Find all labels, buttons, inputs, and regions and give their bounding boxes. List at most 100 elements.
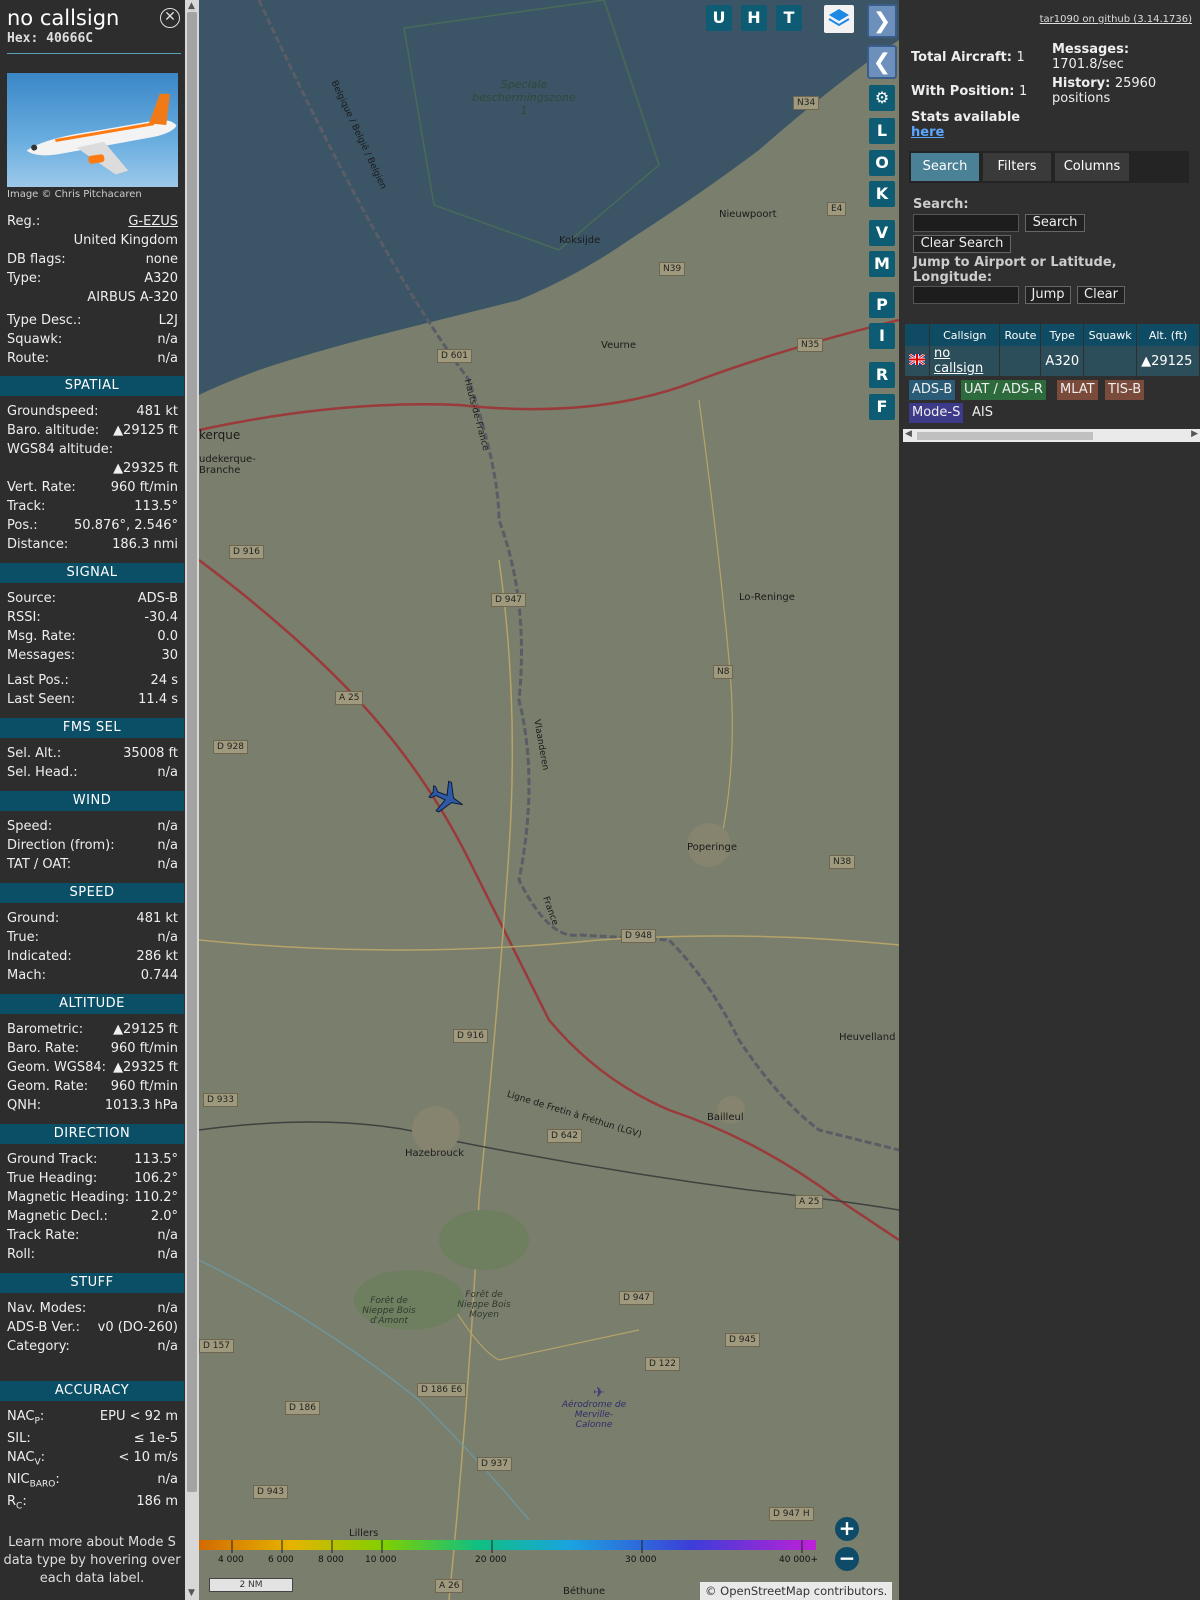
clear-button[interactable]: Clear xyxy=(1077,286,1125,304)
map-button-v[interactable]: V xyxy=(869,220,895,246)
info-panel-scroll-thumb[interactable] xyxy=(187,12,197,1492)
msgrate-label[interactable]: Msg. Rate: xyxy=(7,629,76,644)
adsb-ver-label[interactable]: ADS-B Ver.: xyxy=(7,1320,80,1335)
map-button-o[interactable]: O xyxy=(869,150,895,176)
geom-label[interactable]: Geom. WGS84: xyxy=(7,1060,106,1075)
github-link[interactable]: tar1090 on github (3.14.1736) xyxy=(1040,14,1192,25)
barometric-label[interactable]: Barometric: xyxy=(7,1022,83,1037)
map-button-k[interactable]: K xyxy=(869,181,895,207)
source-badge-tisb[interactable]: TIS-B xyxy=(1105,380,1145,400)
nic-label[interactable]: NICBARO: xyxy=(7,1472,60,1490)
scroll-left-icon[interactable]: ◀ xyxy=(905,429,912,439)
sil-label[interactable]: SIL: xyxy=(7,1431,31,1446)
aircraft-photo[interactable] xyxy=(7,73,178,187)
map-button-h[interactable]: H xyxy=(741,5,767,31)
source-label[interactable]: Source: xyxy=(7,591,56,606)
source-badge-modes[interactable]: Mode-S xyxy=(909,403,964,423)
mag-heading-label[interactable]: Magnetic Heading: xyxy=(7,1190,129,1205)
wgs-alt-label[interactable]: WGS84 altitude: xyxy=(7,442,113,457)
map-view[interactable]: ✈ Speciale beschermingszone 1 Koksijde N… xyxy=(199,0,899,1600)
column-route[interactable]: Route xyxy=(999,324,1042,346)
map-button-r[interactable]: R xyxy=(869,362,895,388)
pos-label[interactable]: Pos.: xyxy=(7,518,38,533)
map-button-u[interactable]: U xyxy=(706,5,732,31)
map-button-f[interactable]: F xyxy=(869,394,895,420)
mag-decl-label[interactable]: Magnetic Decl.: xyxy=(7,1209,108,1224)
tat-label[interactable]: TAT / OAT: xyxy=(7,857,71,872)
search-button[interactable]: Search xyxy=(1025,214,1085,232)
search-input[interactable] xyxy=(913,214,1019,232)
column-type[interactable]: Type xyxy=(1040,324,1085,346)
ground-track-label[interactable]: Ground Track: xyxy=(7,1152,97,1167)
stats-link[interactable]: here xyxy=(911,125,944,140)
clear-search-button[interactable]: Clear Search xyxy=(913,235,1011,253)
ground-speed-label[interactable]: Ground: xyxy=(7,911,59,926)
callsign-cell[interactable]: no callsign xyxy=(929,346,1001,376)
roll-label[interactable]: Roll: xyxy=(7,1247,35,1262)
source-badge-adsb[interactable]: ADS-B xyxy=(909,380,956,400)
alt-cell: ▲29125 xyxy=(1136,346,1200,376)
column-flag[interactable] xyxy=(905,324,930,346)
track-rate-label[interactable]: Track Rate: xyxy=(7,1228,79,1243)
source-badge-ais[interactable]: AIS xyxy=(969,403,996,423)
settings-button[interactable]: ⚙ xyxy=(869,85,895,111)
map-button-i[interactable]: I xyxy=(869,323,895,349)
zoom-out-button[interactable]: − xyxy=(835,1547,859,1571)
rssi-label[interactable]: RSSI: xyxy=(7,610,41,625)
baro-rate-label[interactable]: Baro. Rate: xyxy=(7,1041,79,1056)
tab-search[interactable]: Search xyxy=(911,153,979,181)
scroll-down-icon[interactable]: ▼ xyxy=(188,1588,195,1598)
table-hscrollbar[interactable]: ◀ ▶ xyxy=(903,429,1200,442)
true-heading-label[interactable]: True Heading: xyxy=(7,1171,97,1186)
rc-label[interactable]: RC: xyxy=(7,1494,27,1512)
source-badge-mlat[interactable]: MLAT xyxy=(1057,380,1098,400)
vert-rate-label[interactable]: Vert. Rate: xyxy=(7,480,76,495)
wind-speed-label[interactable]: Speed: xyxy=(7,819,52,834)
map-button-p[interactable]: P xyxy=(869,292,895,318)
wind-dir-label[interactable]: Direction (from): xyxy=(7,838,115,853)
jump-input[interactable] xyxy=(913,286,1019,304)
nav-modes-label[interactable]: Nav. Modes: xyxy=(7,1301,86,1316)
road-label-d601: D 601 xyxy=(437,349,472,363)
tab-filters[interactable]: Filters xyxy=(983,153,1051,181)
mach-label[interactable]: Mach: xyxy=(7,968,46,983)
collapse-left-button[interactable]: ❮ xyxy=(867,45,897,79)
map-button-l[interactable]: L xyxy=(869,118,895,144)
column-squawk[interactable]: Squawk xyxy=(1083,324,1138,346)
jump-button[interactable]: Jump xyxy=(1025,286,1071,304)
reg-link[interactable]: G-EZUS xyxy=(128,214,178,229)
scroll-right-icon[interactable]: ▶ xyxy=(1191,429,1198,439)
nacp-label[interactable]: NACP: xyxy=(7,1409,44,1427)
messages-label[interactable]: Messages: xyxy=(7,648,75,663)
layers-button[interactable] xyxy=(824,5,854,33)
info-panel-scrollbar[interactable]: ▲ ▼ xyxy=(185,0,199,1600)
lastpos-label[interactable]: Last Pos.: xyxy=(7,673,69,688)
expand-right-button[interactable]: ❯ xyxy=(867,4,897,38)
column-callsign[interactable]: Callsign xyxy=(929,324,1001,346)
table-hscroll-thumb[interactable] xyxy=(917,432,1093,440)
zoom-in-button[interactable]: + xyxy=(835,1517,859,1541)
category-label[interactable]: Category: xyxy=(7,1339,70,1354)
map-button-m[interactable]: M xyxy=(869,251,895,277)
scroll-up-icon[interactable]: ▲ xyxy=(188,1,195,11)
selhead-label[interactable]: Sel. Head.: xyxy=(7,765,78,780)
table-row[interactable]: no callsign A320 ▲29125 xyxy=(905,346,1200,376)
tab-columns[interactable]: Columns xyxy=(1055,153,1129,181)
map-button-t[interactable]: T xyxy=(776,5,802,31)
road-label-d186: D 186 xyxy=(285,1401,320,1415)
track-label[interactable]: Track: xyxy=(7,499,45,514)
geom-rate-label[interactable]: Geom. Rate: xyxy=(7,1079,88,1094)
qnh-label[interactable]: QNH: xyxy=(7,1098,41,1113)
baro-alt-label[interactable]: Baro. altitude: xyxy=(7,423,99,438)
distance-label[interactable]: Distance: xyxy=(7,537,68,552)
nacv-label[interactable]: NACV: xyxy=(7,1450,45,1468)
true-speed-label[interactable]: True: xyxy=(7,930,39,945)
close-icon[interactable]: ✕ xyxy=(160,8,180,28)
osm-link[interactable]: OpenStreetMap xyxy=(720,1584,810,1598)
selalt-label[interactable]: Sel. Alt.: xyxy=(7,746,61,761)
groundspeed-label[interactable]: Groundspeed: xyxy=(7,404,98,419)
source-badge-uat[interactable]: UAT / ADS-R xyxy=(961,380,1046,400)
lastseen-label[interactable]: Last Seen: xyxy=(7,692,75,707)
column-alt[interactable]: Alt. (ft) xyxy=(1136,324,1200,346)
indicated-speed-label[interactable]: Indicated: xyxy=(7,949,72,964)
